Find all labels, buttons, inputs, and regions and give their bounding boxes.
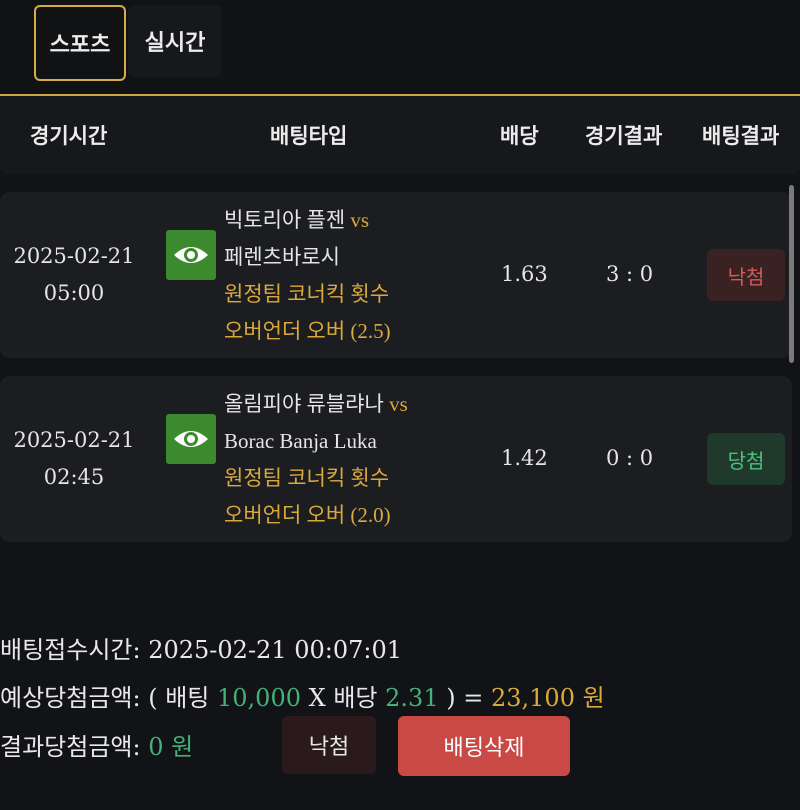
tab-bar: 스포츠 실시간: [0, 0, 800, 94]
away-team: 페렌츠바로시: [224, 245, 340, 269]
header-game-result: 경기결과: [585, 124, 663, 148]
status-badge: 당첨: [707, 433, 785, 485]
vs-label: vs: [350, 208, 370, 232]
scrollbar[interactable]: [789, 185, 794, 363]
bet-amount: 10,000: [217, 684, 301, 712]
bet-details: 빅토리아 플젠 vs 페렌츠바로시 원정팀 코너킥 횟수 오버언더 오버 (2.…: [224, 202, 474, 350]
table-header: 경기시간 배팅타입 배당 경기결과 배팅결과: [0, 96, 800, 174]
result-win-label: 결과당첨금액:: [0, 733, 141, 761]
away-team: Borac Banja Luka: [224, 429, 377, 453]
odds-value: 1.63: [501, 262, 548, 286]
header-game-time: 경기시간: [30, 124, 108, 148]
bet-details: 올림피야 류블랴나 vs Borac Banja Luka 원정팀 코너킥 횟수…: [224, 386, 474, 534]
expected-win-amount: 23,100 원: [490, 684, 605, 712]
total-odds: 2.31: [385, 684, 439, 712]
view-button[interactable]: [166, 230, 216, 280]
table-row: 2025-02-21 02:45 올림피야 류블랴나 vs Borac Banj…: [0, 376, 792, 542]
received-time-value: 2025-02-21 00:07:01: [148, 636, 403, 664]
game-clock: 05:00: [43, 281, 105, 305]
table-row: 2025-02-21 05:00 빅토리아 플젠 vs 페렌츠바로시 원정팀 코…: [0, 192, 792, 358]
game-score: 0 : 0: [606, 446, 654, 470]
home-team: 빅토리아 플젠: [224, 208, 346, 232]
game-time: 2025-02-21 05:00: [0, 238, 148, 312]
game-date: 2025-02-21: [13, 428, 135, 452]
expected-open: ( 배팅: [148, 684, 210, 712]
lose-status-button[interactable]: 낙첨: [282, 716, 376, 774]
times-odds-label: X 배당: [308, 684, 378, 712]
market-name: 원정팀 코너킥 횟수: [224, 282, 390, 306]
market-name: 원정팀 코너킥 횟수: [224, 466, 390, 490]
eye-icon: [174, 247, 208, 263]
expected-win-line: 예상당첨금액: ( 배팅 10,000 X 배당 2.31 ) = 23,100…: [0, 678, 605, 713]
market-selection: 오버언더 오버 (2.5): [224, 319, 391, 343]
tab-sports[interactable]: 스포츠: [34, 5, 126, 81]
received-time-label: 배팅접수시간:: [0, 636, 141, 664]
odds-value: 1.42: [501, 446, 548, 470]
result-win-line: 결과당첨금액: 0 원: [0, 727, 193, 762]
view-button[interactable]: [166, 414, 216, 464]
market-selection: 오버언더 오버 (2.0): [224, 503, 391, 527]
game-time: 2025-02-21 02:45: [0, 422, 148, 496]
tab-live[interactable]: 실시간: [128, 5, 222, 77]
eye-icon: [174, 431, 208, 447]
game-date: 2025-02-21: [13, 244, 135, 268]
header-bet-result: 배팅결과: [702, 124, 780, 148]
home-team: 올림피야 류블랴나: [224, 392, 384, 416]
received-time-line: 배팅접수시간: 2025-02-21 00:07:01: [0, 630, 402, 665]
header-bet-type: 배팅타입: [270, 124, 348, 148]
delete-bet-button[interactable]: 배팅삭제: [398, 716, 570, 776]
game-clock: 02:45: [43, 465, 105, 489]
expected-close: ) =: [446, 684, 484, 712]
status-badge: 낙첨: [707, 249, 785, 301]
game-score: 3 : 0: [606, 262, 654, 286]
header-odds: 배당: [500, 124, 539, 148]
expected-win-label: 예상당첨금액:: [0, 684, 141, 712]
vs-label: vs: [389, 392, 408, 416]
result-win-value: 0 원: [148, 733, 194, 761]
